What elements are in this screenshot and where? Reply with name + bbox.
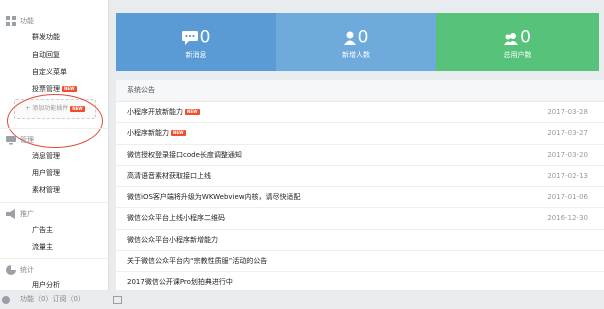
new-badge: NEW (62, 86, 77, 92)
new-badge: NEW (171, 130, 186, 137)
notice-title: 微信授权登录接口code长度调整通知 (127, 150, 242, 159)
notice-date: 2017-01-06 (547, 193, 588, 202)
divider (0, 202, 108, 203)
sidebar-item-mass-send[interactable]: 群发功能 (32, 31, 60, 43)
sidebar-item-custom-menu[interactable]: 自定义菜单 (32, 66, 67, 78)
sidebar-section-manage[interactable]: 管理 (6, 134, 34, 146)
sidebar-section-label: 统计 (20, 266, 34, 274)
divider (0, 128, 108, 129)
notice-row[interactable]: 高清语音素材获取接口上线 2017-02-13 (116, 166, 604, 188)
notice-row[interactable]: 微信公众平台上线小程序二维码 2016-12-30 (116, 208, 604, 230)
sidebar-section-function[interactable]: 功能 (6, 15, 34, 27)
sidebar-section-label: 管理 (20, 136, 34, 144)
sidebar-item-auto-reply[interactable]: 自动回复 (32, 49, 60, 61)
notice-row[interactable]: 关于微信公众平台内“宗教性质服”活动的公告 (116, 251, 604, 273)
monitor-icon (6, 135, 16, 145)
sidebar-item-messages[interactable]: 消息管理 (32, 150, 60, 162)
sidebar-item-label: 投票管理 (32, 85, 60, 93)
system-notices-panel: 系统公告 小程序开放新能力 NEW 2017-03-28 小程序新能力 NEW 2017-… (116, 80, 604, 290)
grid-icon (6, 16, 16, 26)
stat-label: 新消息 (185, 51, 207, 59)
stat-value: 0 (520, 27, 531, 48)
notice-row[interactable]: 微信授权登录接口code长度调整通知 2017-03-20 (116, 145, 604, 166)
megaphone-icon (6, 209, 16, 219)
notice-row[interactable]: 微信公众平台小程序新增能力 (116, 230, 604, 252)
add-plugin-button[interactable]: + 添加功能插件 NEW (14, 99, 96, 119)
stat-label: 总用户数 (503, 51, 532, 59)
notice-date: 2017-02-13 (547, 171, 588, 180)
sidebar-item-vote-manage[interactable]: 投票管理 NEW (32, 83, 77, 95)
new-badge: NEW (70, 105, 85, 112)
new-messages-card[interactable]: 0 新消息 (116, 13, 276, 71)
sidebar-item-users[interactable]: 用户管理 (32, 167, 60, 179)
notice-date: 2017-03-28 (547, 108, 588, 116)
notice-title: 微信iOS客户端将升级为WKWebview内核，请尽快适配 (127, 193, 301, 202)
users-icon (504, 31, 519, 45)
footer-text: 功能（0）订阅（0） (20, 295, 85, 303)
notice-row[interactable]: 微信iOS客户端将升级为WKWebview内核，请尽快适配 2017-01-06 (116, 187, 604, 209)
avatar-icon (2, 295, 10, 309)
sidebar-section-label: 推广 (20, 210, 34, 218)
sidebar-section-promote[interactable]: 推广 (6, 208, 34, 220)
notice-title: 微信公众平台上线小程序二维码 (127, 214, 225, 223)
sidebar: 功能 群发功能 自动回复 自定义菜单 投票管理 NEW + 添加功能插件 NEW 管… (0, 0, 109, 290)
divider (0, 258, 108, 259)
chat-icon (181, 30, 198, 45)
stat-value: 0 (199, 27, 211, 48)
add-plugin-label: + 添加功能插件 (25, 105, 69, 112)
sidebar-item-traffic-owner[interactable]: 流量主 (32, 241, 53, 253)
notice-title: 高清语音素材获取接口上线 (127, 171, 211, 180)
total-users-card[interactable]: 0 总用户数 (436, 13, 599, 71)
sidebar-item-materials[interactable]: 素材管理 (32, 184, 60, 196)
sidebar-item-user-analysis[interactable]: 用户分析 (32, 279, 60, 291)
notice-date: 2016-12-30 (547, 214, 588, 223)
sidebar-section-label: 功能 (20, 17, 34, 25)
footer-bar: 功能（0）订阅（0） (0, 292, 604, 306)
stat-value: 0 (357, 27, 369, 48)
notice-title: 小程序开放新能力 (127, 108, 183, 116)
notice-date: 2017-03-27 (547, 129, 588, 138)
notice-list: 小程序开放新能力 NEW 2017-03-28 小程序新能力 NEW 2017-03-27… (116, 102, 604, 290)
sidebar-section-stats[interactable]: 统计 (6, 264, 34, 276)
notice-title: 2017微信公开课Pro划拍典进行中 (127, 278, 233, 287)
notice-title: 关于微信公众平台内“宗教性质服”活动的公告 (127, 257, 268, 266)
new-badge: NEW (185, 109, 200, 115)
notice-title: 微信公众平台小程序新增能力 (127, 235, 218, 244)
image-icon (113, 295, 122, 309)
person-icon (343, 31, 356, 45)
notice-row[interactable]: 小程序开放新能力 NEW 2017-03-28 (116, 102, 604, 124)
notices-title: 系统公告 (116, 80, 604, 102)
notice-row[interactable]: 2017微信公开课Pro划拍典进行中 (116, 272, 604, 290)
pie-chart-icon (6, 265, 16, 275)
notice-date: 2017-03-20 (547, 150, 588, 159)
notice-title: 小程序新能力 (127, 129, 169, 138)
notice-row[interactable]: 小程序新能力 NEW 2017-03-27 (116, 123, 604, 145)
new-fans-card[interactable]: 0 新增人数 (276, 13, 436, 71)
stat-label: 新增人数 (342, 51, 370, 59)
sidebar-item-advertiser[interactable]: 广告主 (32, 224, 53, 236)
